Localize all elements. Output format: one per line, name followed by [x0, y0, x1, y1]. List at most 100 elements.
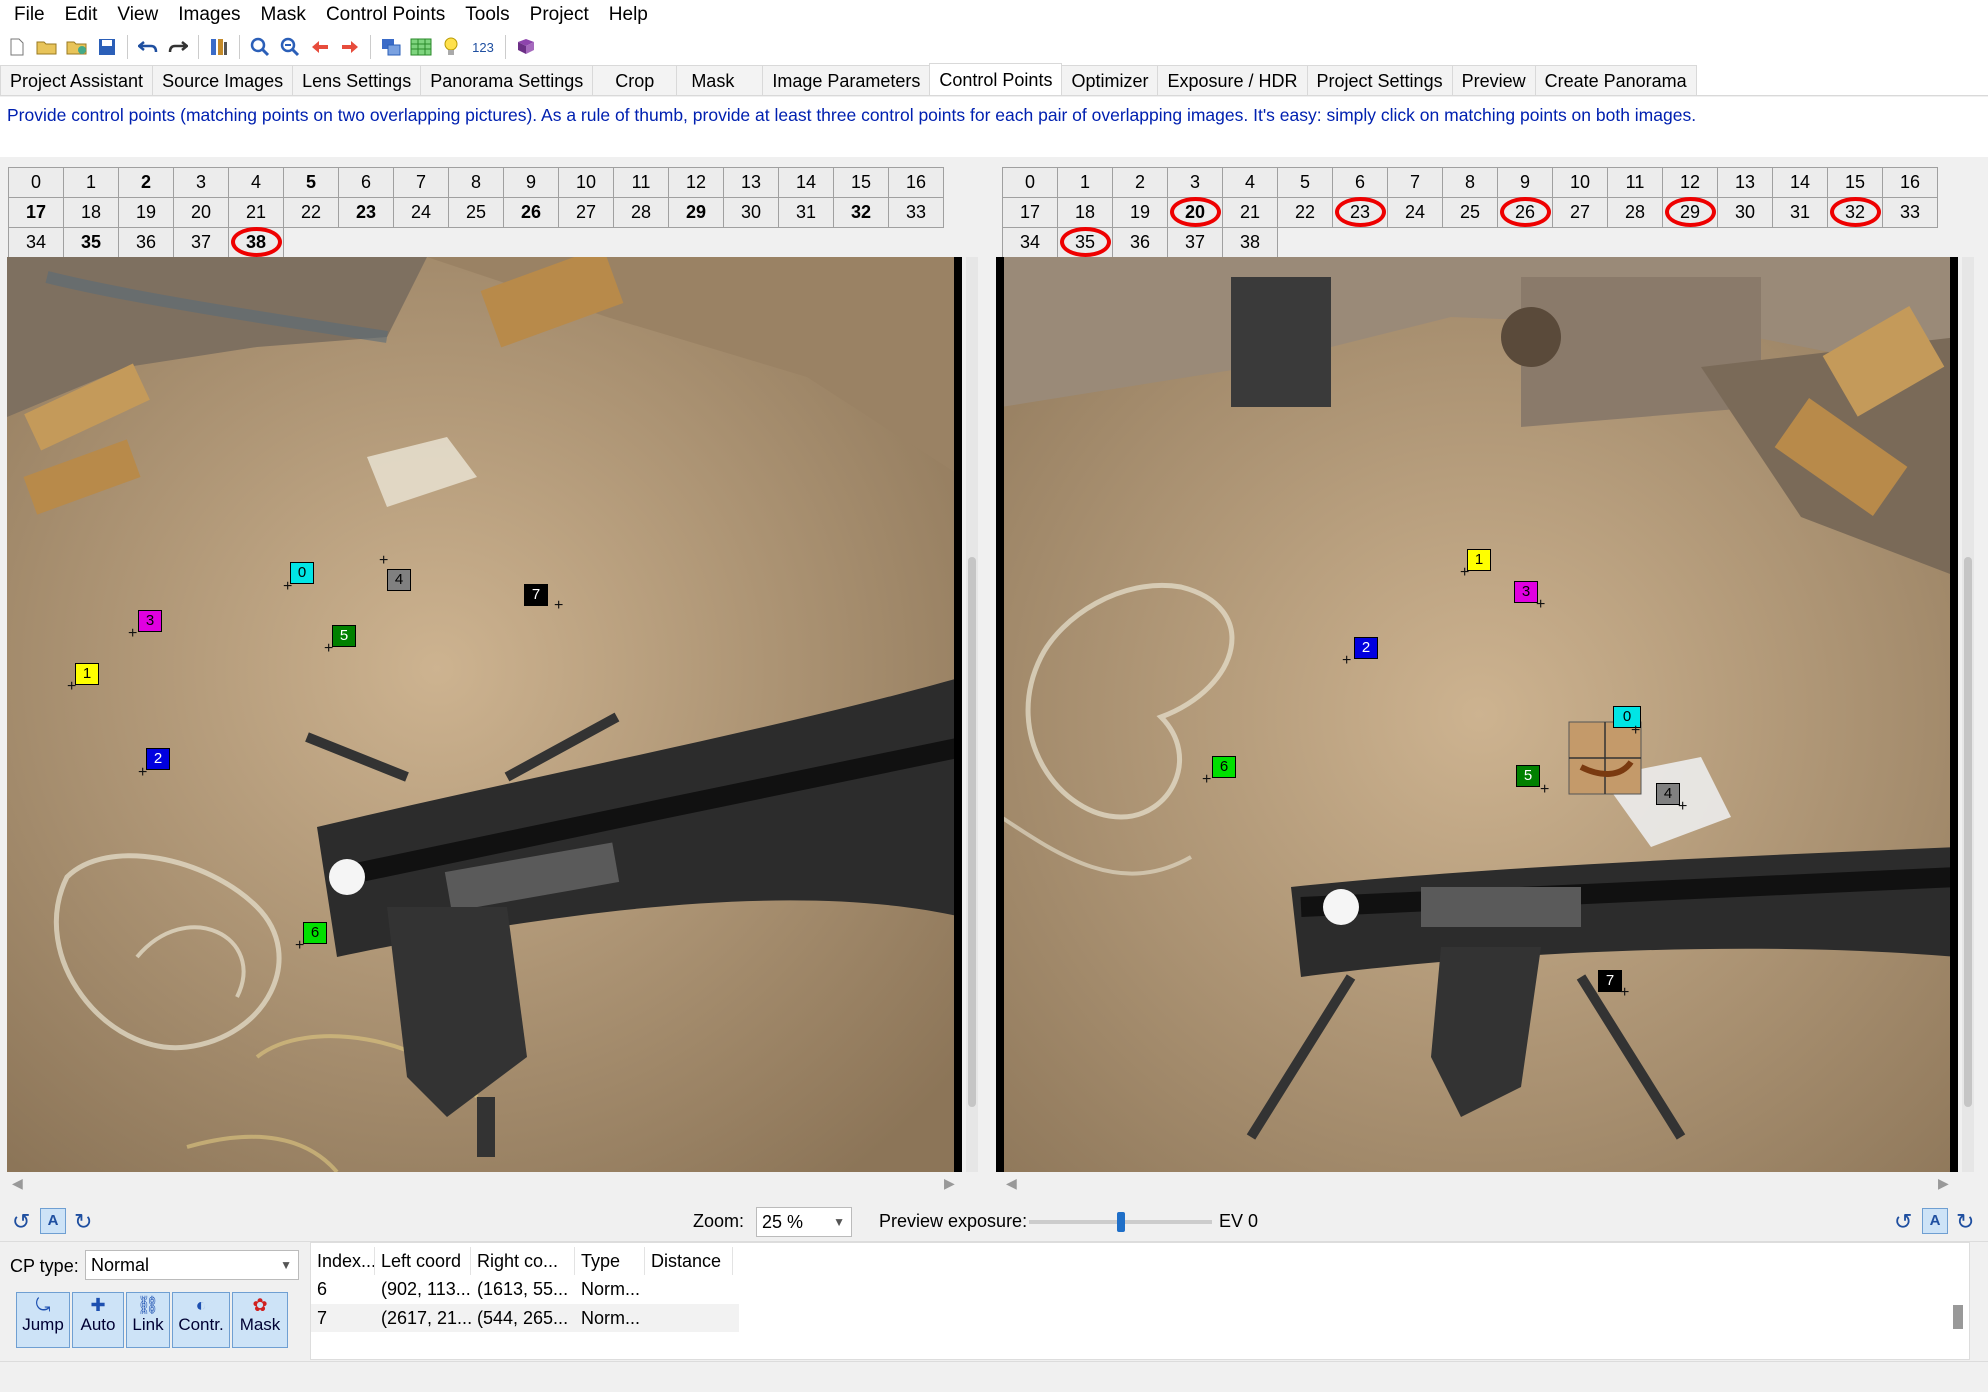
left-image-tab-7[interactable]: 7 — [393, 167, 449, 198]
right-vertical-scrollbar[interactable] — [1962, 257, 1974, 1172]
right-image-tab-4[interactable]: 4 — [1222, 167, 1278, 198]
tab-crop[interactable]: Crop — [592, 65, 678, 95]
right-image-tab-35[interactable]: 35 — [1057, 227, 1113, 258]
scroll-right-arrow-icon[interactable]: ▶ — [1938, 1175, 1949, 1192]
right-image-tab-17[interactable]: 17 — [1002, 197, 1058, 228]
right-image-tab-28[interactable]: 28 — [1607, 197, 1663, 228]
left-image-tab-18[interactable]: 18 — [63, 197, 119, 228]
save-icon[interactable] — [94, 34, 120, 60]
rotate-left-icon[interactable]: ↺ — [1894, 1209, 1912, 1235]
cp-type-select[interactable]: Normal ▼ — [85, 1250, 299, 1280]
right-image-tab-23[interactable]: 23 — [1332, 197, 1388, 228]
link-button[interactable]: ⛓ Link — [126, 1292, 170, 1348]
right-image-tab-33[interactable]: 33 — [1882, 197, 1938, 228]
tab-lens-settings[interactable]: Lens Settings — [292, 65, 422, 95]
cp-marker-1[interactable]: 1 — [1467, 549, 1491, 571]
table-row[interactable]: 6 (902, 113... (1613, 55... Norm... — [311, 1275, 733, 1303]
tip-icon[interactable] — [438, 34, 464, 60]
left-image-tab-21[interactable]: 21 — [228, 197, 284, 228]
right-image-tab-0[interactable]: 0 — [1002, 167, 1058, 198]
right-image-tab-14[interactable]: 14 — [1772, 167, 1828, 198]
menu-edit[interactable]: Edit — [55, 0, 108, 30]
menu-images[interactable]: Images — [168, 0, 250, 30]
tab-project-settings[interactable]: Project Settings — [1306, 65, 1453, 95]
table-scroll-thumb[interactable] — [1953, 1305, 1963, 1329]
mask-button[interactable]: ✿ Mask — [232, 1292, 288, 1348]
left-image-tab-0[interactable]: 0 — [8, 167, 64, 198]
123-icon[interactable]: 123 — [468, 34, 498, 60]
zoom-select[interactable]: 25 % ▼ — [756, 1207, 852, 1237]
column-header-distance[interactable]: Distance — [645, 1247, 733, 1275]
right-image-tab-16[interactable]: 16 — [1882, 167, 1938, 198]
left-image-tab-30[interactable]: 30 — [723, 197, 779, 228]
left-image-tab-2[interactable]: 2 — [118, 167, 174, 198]
cp-marker-1[interactable]: 1 — [75, 663, 99, 685]
left-image-tab-36[interactable]: 36 — [118, 227, 174, 258]
right-image-tab-18[interactable]: 18 — [1057, 197, 1113, 228]
cp-marker-2[interactable]: 2 — [146, 748, 170, 770]
auto-rotate-icon[interactable]: A — [40, 1208, 66, 1234]
menu-view[interactable]: View — [107, 0, 168, 30]
undo-icon[interactable] — [135, 34, 161, 60]
left-image-tab-33[interactable]: 33 — [888, 197, 944, 228]
exposure-slider[interactable] — [1029, 1212, 1212, 1232]
right-image-viewer[interactable]: 0 + 1 + 2 + 3 + 4 + 5 + 6 + 7 + — [1001, 257, 1958, 1172]
left-image-tab-24[interactable]: 24 — [393, 197, 449, 228]
cp-marker-4[interactable]: 4 — [1656, 783, 1680, 805]
cp-marker-3[interactable]: 3 — [1514, 581, 1538, 603]
tab-control-points[interactable]: Control Points — [929, 63, 1063, 95]
menu-tools[interactable]: Tools — [455, 0, 519, 30]
right-image-tab-19[interactable]: 19 — [1112, 197, 1168, 228]
right-image-tab-34[interactable]: 34 — [1002, 227, 1058, 258]
tab-project-assistant[interactable]: Project Assistant — [0, 65, 154, 95]
right-image-tab-3[interactable]: 3 — [1167, 167, 1223, 198]
left-image-tab-12[interactable]: 12 — [668, 167, 724, 198]
right-image-tab-10[interactable]: 10 — [1552, 167, 1608, 198]
table-row[interactable]: 7 (2617, 21... (544, 265... Norm... — [311, 1304, 739, 1332]
tab-image-parameters[interactable]: Image Parameters — [762, 65, 931, 95]
right-image-tab-29[interactable]: 29 — [1662, 197, 1718, 228]
left-image-tab-25[interactable]: 25 — [448, 197, 504, 228]
right-image-tab-2[interactable]: 2 — [1112, 167, 1168, 198]
jump-button[interactable]: ⤿ Jump — [16, 1292, 70, 1348]
left-vertical-scrollbar[interactable] — [966, 257, 978, 1172]
cp-marker-0[interactable]: 0 — [290, 562, 314, 584]
contrast-button[interactable]: ◐ Contr. — [172, 1292, 230, 1348]
new-icon[interactable] — [4, 34, 30, 60]
show-images-icon[interactable] — [378, 34, 404, 60]
left-image-tab-5[interactable]: 5 — [283, 167, 339, 198]
right-image-tab-1[interactable]: 1 — [1057, 167, 1113, 198]
right-image-tab-21[interactable]: 21 — [1222, 197, 1278, 228]
right-image-tab-36[interactable]: 36 — [1112, 227, 1168, 258]
right-image-tab-27[interactable]: 27 — [1552, 197, 1608, 228]
left-image-tab-14[interactable]: 14 — [778, 167, 834, 198]
right-image-tab-8[interactable]: 8 — [1442, 167, 1498, 198]
rotate-right-icon[interactable]: ↻ — [74, 1209, 92, 1235]
table-icon[interactable] — [408, 34, 434, 60]
control-point-table[interactable]: Index... Left coord Right co... Type Dis… — [310, 1242, 1970, 1360]
left-image-tab-9[interactable]: 9 — [503, 167, 559, 198]
tab-exposure-hdr[interactable]: Exposure / HDR — [1157, 65, 1308, 95]
right-scroll-thumb[interactable] — [1964, 557, 1972, 1107]
menu-mask[interactable]: Mask — [251, 0, 316, 30]
right-image-tab-12[interactable]: 12 — [1662, 167, 1718, 198]
menu-file[interactable]: File — [4, 0, 55, 30]
left-image-tab-13[interactable]: 13 — [723, 167, 779, 198]
right-image-tab-38[interactable]: 38 — [1222, 227, 1278, 258]
right-image-tab-24[interactable]: 24 — [1387, 197, 1443, 228]
left-image-tab-1[interactable]: 1 — [63, 167, 119, 198]
right-image-tab-31[interactable]: 31 — [1772, 197, 1828, 228]
column-header-type[interactable]: Type — [575, 1247, 645, 1275]
menu-project[interactable]: Project — [520, 0, 599, 30]
left-image-tab-37[interactable]: 37 — [173, 227, 229, 258]
zoom-in-icon[interactable] — [247, 34, 273, 60]
cp-marker-6[interactable]: 6 — [303, 922, 327, 944]
rotate-left-icon[interactable]: ↺ — [12, 1209, 30, 1235]
cp-marker-6[interactable]: 6 — [1212, 756, 1236, 778]
left-image-tab-31[interactable]: 31 — [778, 197, 834, 228]
open-recent-icon[interactable] — [64, 34, 90, 60]
right-image-tab-7[interactable]: 7 — [1387, 167, 1443, 198]
left-image-tab-34[interactable]: 34 — [8, 227, 64, 258]
right-image-tab-6[interactable]: 6 — [1332, 167, 1388, 198]
left-image-tab-6[interactable]: 6 — [338, 167, 394, 198]
